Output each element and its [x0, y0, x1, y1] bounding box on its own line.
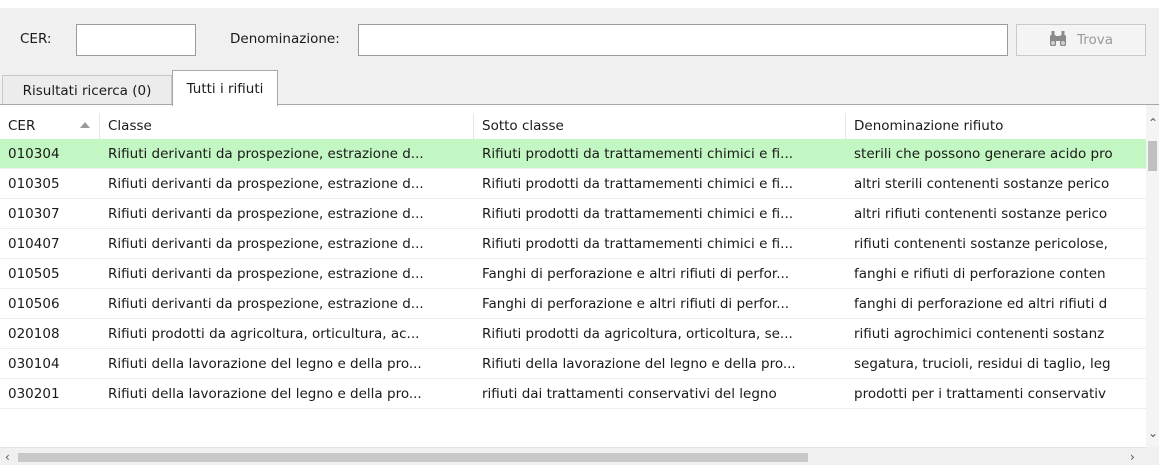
cell-classe: Rifiuti della lavorazione del legno e de… [108, 386, 422, 402]
cell-cer: 020108 [8, 326, 60, 342]
column-header-sotto-classe[interactable]: Sotto classe [474, 113, 846, 139]
cell-sotto-classe: rifiuti dai trattamenti conservativi del… [482, 386, 777, 402]
table-row[interactable]: 030104 Rifiuti della lavorazione del legn… [0, 349, 1146, 379]
cell-classe: Rifiuti derivanti da prospezione, estraz… [108, 296, 424, 312]
binoculars-icon [1049, 30, 1067, 51]
sort-ascending-icon [80, 122, 90, 128]
tab-bar: Risultati ricerca (0) Tutti i rifiuti [0, 70, 1159, 106]
horizontal-scroll-thumb[interactable] [18, 453, 808, 462]
cell-denominazione-rifiuto: fanghi di perforazione ed altri rifiuti … [854, 296, 1108, 312]
cell-classe: Rifiuti derivanti da prospezione, estraz… [108, 266, 424, 282]
cell-cer: 030201 [8, 386, 60, 402]
table-body: 010304 Rifiuti derivanti da prospezione, … [0, 139, 1146, 409]
cell-denominazione-rifiuto: fanghi e rifiuti di perforazione conten [854, 266, 1106, 282]
cell-cer: 010506 [8, 296, 60, 312]
waste-table: CER Classe Sotto classe Denominazione ri… [0, 104, 1159, 465]
trova-button[interactable]: Trova [1016, 24, 1146, 56]
cell-cer: 010407 [8, 236, 60, 252]
cell-denominazione-rifiuto: rifiuti agrochimici contenenti sostanz [854, 326, 1105, 342]
scroll-left-icon[interactable]: ‹ [5, 451, 10, 463]
table-row[interactable]: 020108 Rifiuti prodotti da agricoltura, o… [0, 319, 1146, 349]
cell-denominazione-rifiuto: rifiuti contenenti sostanze pericolose, [854, 236, 1108, 252]
cell-classe: Rifiuti della lavorazione del legno e de… [108, 356, 422, 372]
denominazione-input[interactable] [358, 24, 1008, 56]
cell-sotto-classe: Rifiuti prodotti da agricoltura, orticol… [482, 326, 793, 342]
column-header-cer[interactable]: CER [0, 113, 100, 139]
cell-sotto-classe: Fanghi di perforazione e altri rifiuti d… [482, 296, 790, 312]
cer-input[interactable] [76, 24, 196, 56]
cell-classe: Rifiuti derivanti da prospezione, estraz… [108, 176, 424, 192]
table-row[interactable]: 010305 Rifiuti derivanti da prospezione, … [0, 169, 1146, 199]
cell-sotto-classe: Fanghi di perforazione e altri rifiuti d… [482, 266, 790, 282]
table-row[interactable]: 010506 Rifiuti derivanti da prospezione, … [0, 289, 1146, 319]
column-header-classe[interactable]: Classe [100, 113, 474, 139]
cell-sotto-classe: Rifiuti prodotti da trattamementi chimic… [482, 176, 794, 192]
cell-classe: Rifiuti derivanti da prospezione, estraz… [108, 206, 424, 222]
cell-sotto-classe: Rifiuti prodotti da trattamementi chimic… [482, 206, 794, 222]
scroll-down-icon[interactable]: ⌄ [1148, 427, 1158, 439]
tab-risultati-ricerca[interactable]: Risultati ricerca (0) [2, 75, 172, 105]
trova-button-label: Trova [1076, 32, 1114, 48]
cell-denominazione-rifiuto: altri rifiuti contenenti sostanze perico [854, 206, 1108, 222]
cell-classe: Rifiuti derivanti da prospezione, estraz… [108, 236, 424, 252]
vertical-scrollbar[interactable]: ⌃ ⌄ [1146, 105, 1159, 447]
cell-denominazione-rifiuto: altri sterili contenenti sostanze perico [854, 176, 1110, 192]
cell-denominazione-rifiuto: sterili che possono generare acido pro [854, 146, 1113, 162]
scrollbar-corner [1146, 447, 1159, 465]
cell-denominazione-rifiuto: prodotti per i trattamenti conservativ [854, 386, 1107, 402]
scroll-right-icon[interactable]: › [1130, 451, 1135, 463]
cell-cer: 010305 [8, 176, 60, 192]
table-row[interactable]: 010307 Rifiuti derivanti da prospezione, … [0, 199, 1146, 229]
horizontal-scrollbar[interactable]: ‹ › [0, 447, 1146, 465]
scroll-up-icon[interactable]: ⌃ [1148, 117, 1158, 129]
column-header-cer-label: CER [8, 118, 36, 134]
cell-sotto-classe: Rifiuti prodotti da trattamementi chimic… [482, 146, 794, 162]
cell-sotto-classe: Rifiuti prodotti da trattamementi chimic… [482, 236, 794, 252]
cer-label: CER: [20, 31, 52, 47]
table-row[interactable]: 010407 Rifiuti derivanti da prospezione, … [0, 229, 1146, 259]
column-header-denominazione-rifiuto[interactable]: Denominazione rifiuto [846, 113, 1146, 139]
table-row[interactable]: 010505 Rifiuti derivanti da prospezione, … [0, 259, 1146, 289]
search-bar: CER: Denominazione: Trova [0, 8, 1159, 70]
cell-denominazione-rifiuto: segatura, trucioli, residui di taglio, l… [854, 356, 1111, 372]
table-row[interactable]: 030201 Rifiuti della lavorazione del legn… [0, 379, 1146, 409]
denominazione-label: Denominazione: [230, 31, 340, 47]
cell-cer: 010304 [8, 146, 60, 162]
vertical-scroll-thumb[interactable] [1148, 141, 1157, 171]
top-strip [0, 0, 1159, 8]
table-row[interactable]: 010304 Rifiuti derivanti da prospezione, … [0, 139, 1146, 169]
tab-tutti-i-rifiuti[interactable]: Tutti i rifiuti [172, 70, 278, 106]
cell-sotto-classe: Rifiuti della lavorazione del legno e de… [482, 356, 796, 372]
cell-classe: Rifiuti prodotti da agricoltura, orticul… [108, 326, 420, 342]
cell-cer: 010307 [8, 206, 60, 222]
cell-cer: 010505 [8, 266, 60, 282]
table-header: CER Classe Sotto classe Denominazione ri… [0, 113, 1146, 139]
cell-classe: Rifiuti derivanti da prospezione, estraz… [108, 146, 424, 162]
cell-cer: 030104 [8, 356, 60, 372]
